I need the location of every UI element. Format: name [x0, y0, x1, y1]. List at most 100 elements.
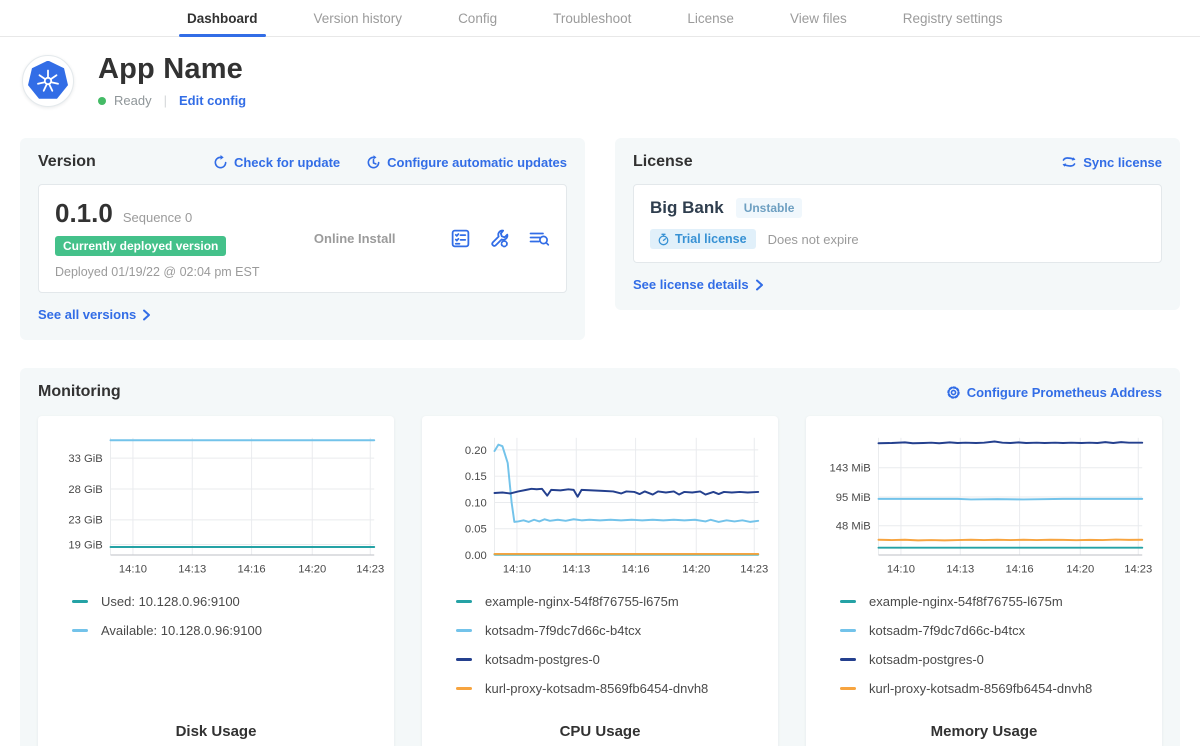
- legend-swatch: [840, 687, 856, 690]
- status-dot: [98, 97, 106, 105]
- preflight-checklist-icon: [450, 228, 471, 249]
- top-nav: Dashboard Version history Config Troublesho…: [0, 0, 1200, 37]
- legend-swatch: [72, 629, 88, 632]
- kubernetes-wheel-icon: [35, 68, 61, 94]
- svg-text:14:16: 14:16: [622, 564, 650, 576]
- logs-search-icon: [528, 228, 550, 249]
- license-name: Big Bank: [650, 198, 724, 218]
- install-type-label: Online Install: [314, 231, 396, 246]
- tab-troubleshoot[interactable]: Troubleshoot: [551, 0, 633, 36]
- legend-label: kurl-proxy-kotsadm-8569fb6454-dnvh8: [869, 681, 1092, 696]
- license-details-card: Big Bank Unstable Trial license Does not…: [633, 184, 1162, 263]
- legend-item: Available: 10.128.0.96:9100: [72, 623, 384, 638]
- check-for-update-link[interactable]: Check for update: [213, 155, 340, 170]
- refresh-icon: [213, 155, 228, 170]
- channel-badge: Unstable: [736, 198, 803, 218]
- svg-text:0.00: 0.00: [465, 550, 487, 562]
- svg-text:0.10: 0.10: [465, 497, 487, 509]
- legend-swatch: [72, 600, 88, 603]
- chart-title: CPU Usage: [432, 723, 768, 744]
- svg-text:14:23: 14:23: [356, 564, 384, 576]
- version-panel: Version Check for update Configure autom…: [20, 138, 585, 340]
- chevron-right-icon: [142, 309, 151, 321]
- chart-title: Disk Usage: [48, 723, 384, 744]
- license-expiry: Does not expire: [768, 232, 859, 247]
- deployed-badge: Currently deployed version: [55, 236, 226, 256]
- cpu-chart: 0.000.050.100.150.2014:1014:1314:1614:20…: [432, 430, 768, 578]
- legend-label: example-nginx-54f8f76755-l675m: [869, 594, 1063, 609]
- monitoring-title: Monitoring: [38, 383, 121, 401]
- svg-text:19 GiB: 19 GiB: [68, 539, 102, 551]
- legend-swatch: [840, 629, 856, 632]
- chart-card-cpu: 0.000.050.100.150.2014:1014:1314:1614:20…: [422, 416, 778, 746]
- svg-text:14:13: 14:13: [178, 564, 206, 576]
- svg-text:0.05: 0.05: [465, 524, 487, 536]
- app-header: App Name Ready | Edit config: [0, 37, 1200, 108]
- monitoring-panel: Monitoring Configure Prometheus Address …: [20, 368, 1180, 746]
- svg-text:143 MiB: 143 MiB: [830, 463, 871, 475]
- chart-legend: example-nginx-54f8f76755-l675m kotsadm-7f…: [456, 594, 768, 696]
- svg-text:33 GiB: 33 GiB: [68, 453, 102, 465]
- edit-config-version-button[interactable]: [489, 228, 510, 249]
- tab-view-files[interactable]: View files: [788, 0, 849, 36]
- legend-item: example-nginx-54f8f76755-l675m: [840, 594, 1152, 609]
- svg-text:14:23: 14:23: [740, 564, 768, 576]
- legend-label: Used: 10.128.0.96:9100: [101, 594, 240, 609]
- legend-swatch: [840, 600, 856, 603]
- chart-legend: Used: 10.128.0.96:9100 Available: 10.128.…: [72, 594, 384, 638]
- version-panel-title: Version: [38, 153, 96, 171]
- chart-card-disk: 19 GiB23 GiB28 GiB33 GiB14:1014:1314:161…: [38, 416, 394, 746]
- see-license-details-link[interactable]: See license details: [633, 277, 764, 292]
- svg-text:14:10: 14:10: [119, 564, 147, 576]
- legend-swatch: [840, 658, 856, 661]
- license-panel: License Sync license Big Bank Unstable T…: [615, 138, 1180, 310]
- schedule-update-icon: [366, 155, 381, 170]
- tab-version-history[interactable]: Version history: [312, 0, 405, 36]
- svg-text:14:20: 14:20: [1066, 564, 1094, 576]
- chart-title: Memory Usage: [816, 723, 1152, 744]
- tab-registry-settings[interactable]: Registry settings: [901, 0, 1005, 36]
- disk-chart: 19 GiB23 GiB28 GiB33 GiB14:1014:1314:161…: [48, 430, 384, 578]
- legend-label: kotsadm-postgres-0: [869, 652, 984, 667]
- version-sequence: Sequence 0: [123, 210, 192, 225]
- trial-license-badge: Trial license: [650, 229, 756, 249]
- version-number: 0.1.0: [55, 198, 113, 229]
- tab-config[interactable]: Config: [456, 0, 499, 36]
- chevron-right-icon: [755, 279, 764, 291]
- svg-text:14:16: 14:16: [1006, 564, 1034, 576]
- config-wrench-icon: [489, 228, 510, 249]
- chart-card-memory: 48 MiB95 MiB143 MiB14:1014:1314:1614:201…: [806, 416, 1162, 746]
- legend-label: Available: 10.128.0.96:9100: [101, 623, 262, 638]
- svg-text:14:23: 14:23: [1124, 564, 1152, 576]
- tab-license[interactable]: License: [685, 0, 736, 36]
- chart-legend: example-nginx-54f8f76755-l675m kotsadm-7f…: [840, 594, 1152, 696]
- legend-swatch: [456, 658, 472, 661]
- status-text: Ready: [114, 93, 152, 108]
- legend-swatch: [456, 600, 472, 603]
- legend-item: kotsadm-7f9dc7d66c-b4tcx: [456, 623, 768, 638]
- tab-dashboard[interactable]: Dashboard: [185, 0, 260, 36]
- svg-text:0.20: 0.20: [465, 445, 487, 457]
- configure-automatic-updates-link[interactable]: Configure automatic updates: [366, 155, 567, 170]
- license-panel-title: License: [633, 153, 693, 171]
- svg-text:95 MiB: 95 MiB: [836, 492, 871, 504]
- deploy-logs-button[interactable]: [528, 228, 550, 249]
- svg-text:14:20: 14:20: [298, 564, 326, 576]
- see-all-versions-link[interactable]: See all versions: [38, 307, 151, 322]
- preflight-checks-button[interactable]: [450, 228, 471, 249]
- sync-license-link[interactable]: Sync license: [1061, 155, 1162, 170]
- svg-text:28 GiB: 28 GiB: [68, 484, 102, 496]
- gear-icon: [946, 385, 961, 400]
- legend-item: Used: 10.128.0.96:9100: [72, 594, 384, 609]
- current-version-card: 0.1.0 Sequence 0 Currently deployed vers…: [38, 184, 567, 293]
- edit-config-link[interactable]: Edit config: [179, 93, 246, 108]
- svg-text:23 GiB: 23 GiB: [68, 515, 102, 527]
- page-title: App Name: [98, 53, 246, 86]
- configure-prometheus-link[interactable]: Configure Prometheus Address: [946, 385, 1162, 400]
- legend-swatch: [456, 687, 472, 690]
- deployed-timestamp: Deployed 01/19/22 @ 02:04 pm EST: [55, 265, 259, 279]
- charts-row: 19 GiB 23 GiB 28 GiB 33 GiB 14:10 14:13 14:16 1…: [38, 416, 1162, 746]
- legend-item: kurl-proxy-kotsadm-8569fb6454-dnvh8: [840, 681, 1152, 696]
- legend-label: kotsadm-7f9dc7d66c-b4tcx: [869, 623, 1025, 638]
- legend-item: example-nginx-54f8f76755-l675m: [456, 594, 768, 609]
